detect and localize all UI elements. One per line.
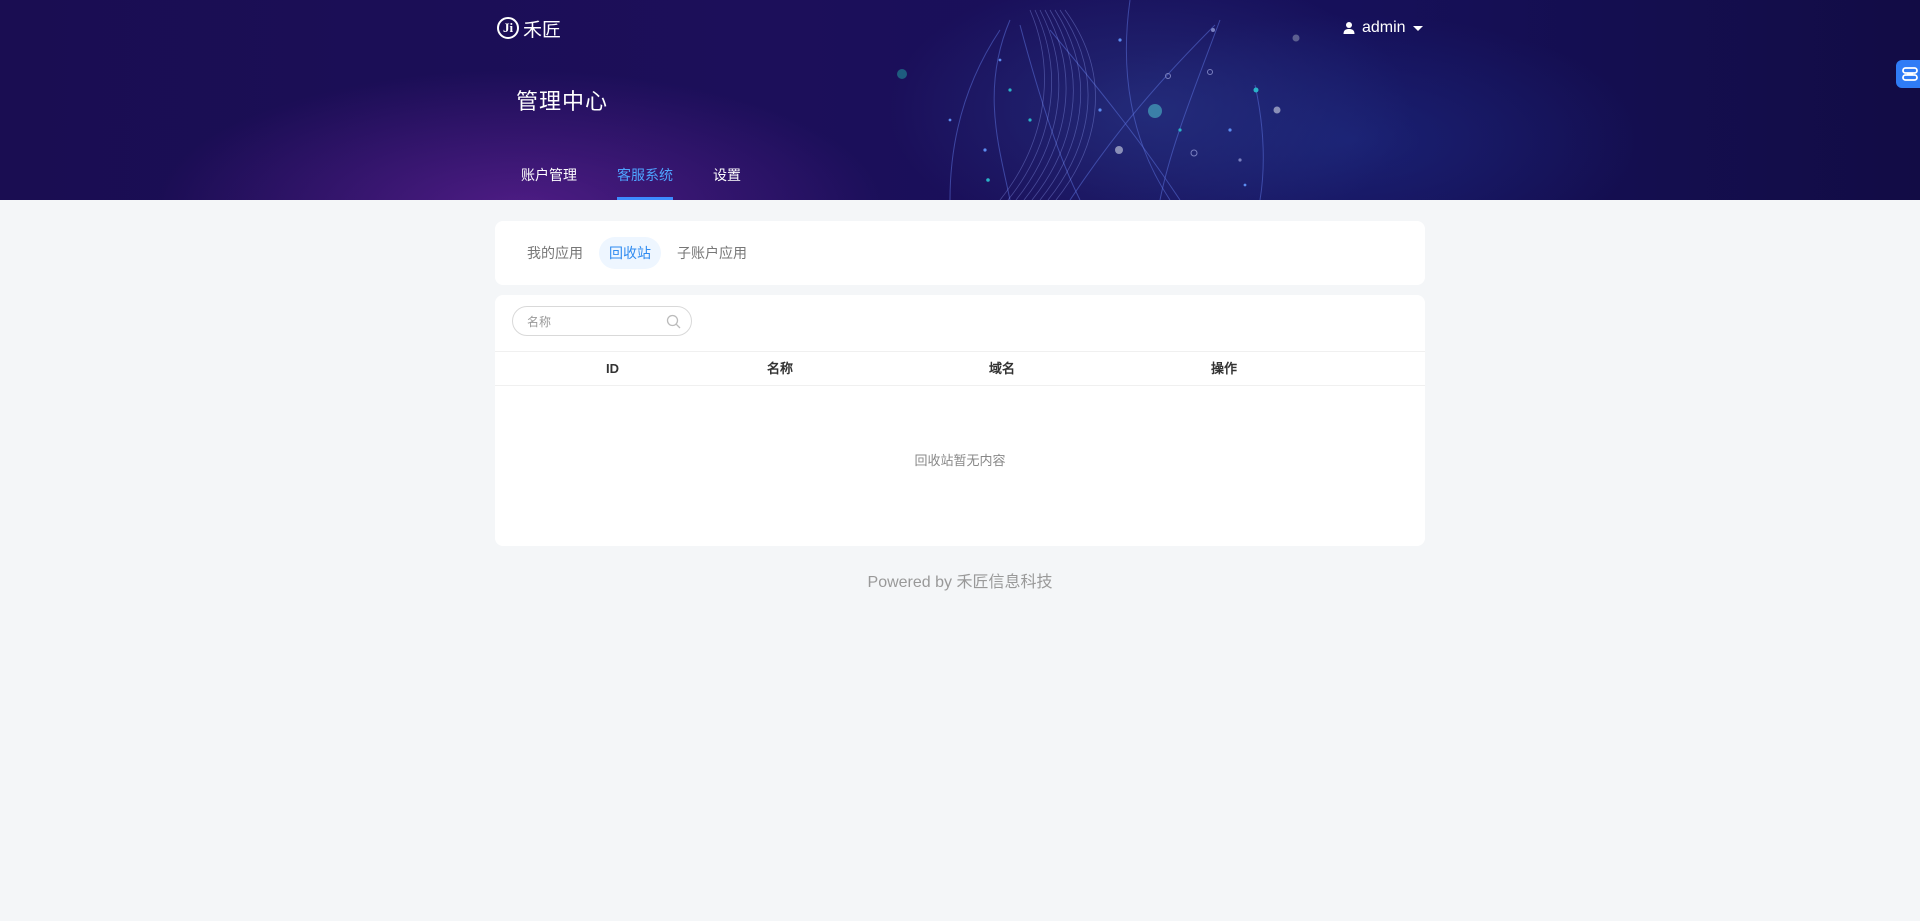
link-icon <box>1902 67 1918 81</box>
logo-mark-icon: Ji <box>497 17 519 39</box>
logo[interactable]: Ji 禾匠 <box>497 14 561 42</box>
column-header-id[interactable]: ID <box>606 352 619 385</box>
table-header: ID 名称 域名 操作 <box>495 351 1425 386</box>
search-input[interactable] <box>525 307 659 337</box>
user-name: admin <box>1362 19 1406 36</box>
subtab-sub-account-apps[interactable]: 子账户应用 <box>667 237 757 269</box>
column-header-name[interactable]: 名称 <box>767 352 793 385</box>
empty-state-text: 回收站暂无内容 <box>914 453 1006 468</box>
user-icon <box>1343 22 1355 34</box>
subtabs-card: 我的应用 回收站 子账户应用 <box>495 221 1425 285</box>
tab-settings[interactable]: 设置 <box>713 164 741 200</box>
header-decoration <box>890 0 1410 200</box>
caret-down-icon <box>1412 25 1423 31</box>
table-card: ID 名称 域名 操作 回收站暂无内容 <box>495 295 1425 546</box>
logo-text: 禾匠 <box>523 19 562 41</box>
floating-side-button[interactable] <box>1896 60 1920 88</box>
header: Ji 禾匠 admin 管理中心 账户管理 客服系统 设置 <box>0 0 1920 200</box>
subtab-recycle-bin[interactable]: 回收站 <box>599 237 661 269</box>
tab-account-management[interactable]: 账户管理 <box>521 164 577 200</box>
tab-customer-service[interactable]: 客服系统 <box>617 164 673 200</box>
page-title: 管理中心 <box>516 89 609 114</box>
column-header-actions[interactable]: 操作 <box>1211 352 1237 385</box>
footer: Powered by 禾匠信息科技 <box>867 574 1053 591</box>
search-icon[interactable] <box>666 314 681 329</box>
column-header-domain[interactable]: 域名 <box>989 352 1015 385</box>
subtabs: 我的应用 回收站 子账户应用 <box>517 237 763 269</box>
main-tabs: 账户管理 客服系统 设置 <box>521 164 781 200</box>
subtab-my-apps[interactable]: 我的应用 <box>517 237 593 269</box>
user-menu[interactable]: admin <box>1342 17 1423 39</box>
search-box <box>512 306 692 337</box>
